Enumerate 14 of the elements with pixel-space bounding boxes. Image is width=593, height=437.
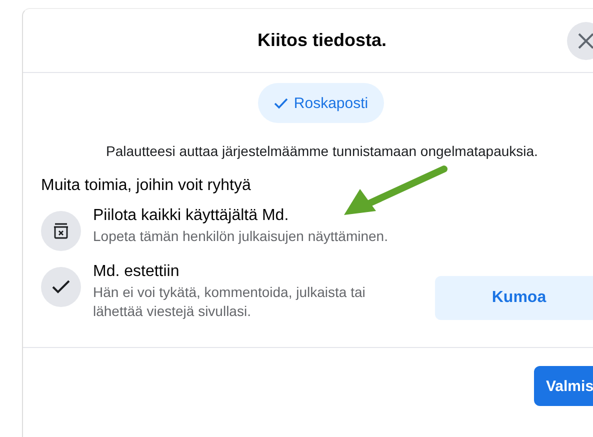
action-title: Md. estettiin [93, 263, 180, 281]
undo-button[interactable]: Kumoa [435, 276, 593, 320]
action-description: Lopeta tämän henkilön julkaisujen näyttäminen. [93, 227, 389, 246]
done-button[interactable]: Valmis [534, 366, 593, 406]
hide-box-icon [52, 222, 70, 240]
feedback-message: Palautteesi auttaa järjestelmäämme tunnistamaan ongelmatapauksia. [105, 143, 539, 159]
section-heading: Muita toimia, joihin voit ryhtyä [41, 177, 252, 195]
action-description: Hän ei voi tykätä, kommentoida, julkaista tai lähettää viestejä sivullasi. [93, 283, 366, 321]
close-icon [577, 32, 593, 50]
dialog-title: Kiitos tiedosta. [257, 30, 386, 51]
action-title[interactable]: Piilota kaikki käyttäjältä Md. [93, 207, 393, 225]
checkmark-icon [52, 280, 70, 294]
checkmark-icon [274, 98, 288, 108]
spam-tag[interactable]: Roskaposti [258, 83, 384, 123]
